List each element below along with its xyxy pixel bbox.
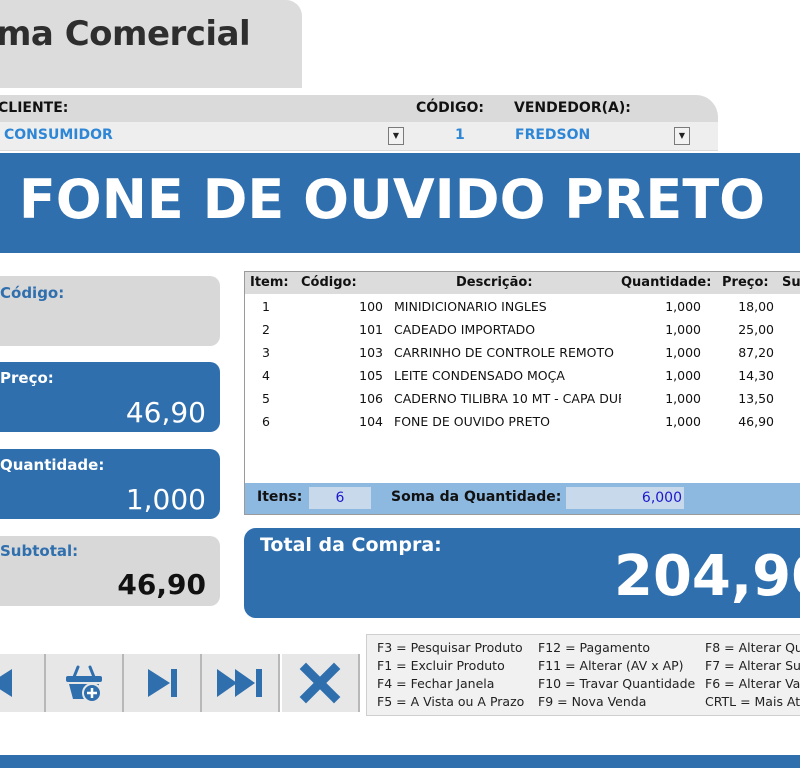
cell-descricao: CADERNO TILIBRA 10 MT - CAPA DURA <box>394 391 621 406</box>
shortcut-item: F4 = Fechar Janela <box>377 676 495 691</box>
cell-item: 6 <box>262 414 270 429</box>
codigo-label: CÓDIGO: <box>416 100 484 116</box>
itens-label: Itens: <box>257 489 303 505</box>
add-basket-button[interactable] <box>46 654 124 712</box>
shortcut-item: F10 = Travar Quantidade <box>538 676 696 691</box>
col-preco-header: Preço: <box>722 275 769 290</box>
shortcut-item: F6 = Alterar Valo <box>705 676 800 691</box>
cell-quantidade: 1,000 <box>665 368 701 383</box>
quantidade-card-value[interactable]: 1,000 <box>0 483 206 516</box>
total-label: Total da Compra: <box>260 534 442 556</box>
cell-quantidade: 1,000 <box>665 322 701 337</box>
cell-quantidade: 1,000 <box>665 345 701 360</box>
cell-codigo: 100 <box>359 299 383 314</box>
chevron-down-icon: ▼ <box>678 131 686 140</box>
cell-item: 1 <box>262 299 270 314</box>
basket-add-icon <box>66 665 102 703</box>
shortcut-item: F7 = Alterar Sub <box>705 658 800 673</box>
cell-quantidade: 1,000 <box>665 299 701 314</box>
cell-descricao: CARRINHO DE CONTROLE REMOTO <box>394 345 614 360</box>
cell-item: 3 <box>262 345 270 360</box>
shortcut-item: CRTL = Mais Atal <box>705 694 800 709</box>
preco-card-value[interactable]: 46,90 <box>0 396 206 429</box>
col-codigo-header: Código: <box>301 275 357 290</box>
subtotal-card-label: Subtotal: <box>0 542 79 560</box>
subtotal-card-value: 46,90 <box>117 568 206 601</box>
cell-descricao: FONE DE OUVIDO PRETO <box>394 414 551 429</box>
cell-codigo: 105 <box>359 368 383 383</box>
cell-codigo: 106 <box>359 391 383 406</box>
itens-count: 6 <box>309 487 371 509</box>
codigo-card-label: Código: <box>0 284 65 302</box>
cell-descricao: LEITE CONDENSADO MOÇA <box>394 368 565 383</box>
cell-preco: 13,50 <box>738 391 774 406</box>
cell-preco: 18,00 <box>738 299 774 314</box>
shortcut-item: F3 = Pesquisar Produto <box>377 640 523 655</box>
cliente-label: CLIENTE: <box>0 100 69 116</box>
chevron-down-icon: ▼ <box>392 131 400 140</box>
col-item-header: Item: <box>250 275 289 290</box>
total-value: 204,90 <box>614 544 800 609</box>
cell-item: 4 <box>262 368 270 383</box>
vendedor-select[interactable]: FREDSON <box>515 127 590 143</box>
shortcut-item: F8 = Alterar Qua <box>705 640 800 655</box>
col-descricao-header: Descrição: <box>456 275 533 290</box>
cell-preco: 14,30 <box>738 368 774 383</box>
shortcut-item: F9 = Nova Venda <box>538 694 647 709</box>
vendedor-dropdown-button[interactable]: ▼ <box>674 127 690 145</box>
cell-codigo: 103 <box>359 345 383 360</box>
cancel-button[interactable] <box>282 654 360 712</box>
cell-item: 2 <box>262 322 270 337</box>
codigo-cliente-field[interactable]: 1 <box>455 127 465 143</box>
col-quantidade-header: Quantidade: <box>621 275 712 290</box>
cell-descricao: CADEADO IMPORTADO <box>394 322 536 337</box>
cell-codigo: 101 <box>359 322 383 337</box>
cliente-dropdown-button[interactable]: ▼ <box>388 127 404 145</box>
preco-card-label: Preço: <box>0 369 54 387</box>
shortcut-item: F12 = Pagamento <box>538 640 651 655</box>
cell-preco: 46,90 <box>738 414 774 429</box>
col-subtotal-header: Sub <box>782 275 800 290</box>
cell-codigo: 104 <box>359 414 383 429</box>
next-button[interactable] <box>124 654 202 712</box>
cell-quantidade: 1,000 <box>665 391 701 406</box>
close-icon <box>299 662 341 704</box>
fast-forward-icon <box>217 669 262 697</box>
play-back-icon <box>0 669 12 697</box>
shortcut-item: F1 = Excluir Produto <box>377 658 505 673</box>
soma-quantidade-label: Soma da Quantidade: <box>391 489 562 505</box>
logo-panel: ma Comercial <box>0 0 302 88</box>
quantidade-card-label: Quantidade: <box>0 456 105 474</box>
cell-item: 5 <box>262 391 270 406</box>
vendedor-label: VENDEDOR(A): <box>514 100 631 116</box>
app-title: ma Comercial <box>0 14 251 54</box>
cell-preco: 25,00 <box>738 322 774 337</box>
bottom-bar <box>0 755 800 768</box>
shortcut-item: F5 = A Vista ou A Prazo <box>377 694 525 709</box>
soma-quantidade-value: 6,000 <box>566 487 684 509</box>
cell-quantidade: 1,000 <box>665 414 701 429</box>
cell-descricao: MINIDICIONARIO INGLES <box>394 299 547 314</box>
previous-button[interactable] <box>0 654 46 712</box>
product-title: FONE DE OUVIDO PRETO <box>18 168 766 231</box>
last-button[interactable] <box>202 654 280 712</box>
skip-next-icon <box>148 669 177 697</box>
cell-preco: 87,20 <box>738 345 774 360</box>
cliente-select[interactable]: CONSUMIDOR <box>4 127 113 143</box>
shortcut-item: F11 = Alterar (AV x AP) <box>538 658 684 673</box>
